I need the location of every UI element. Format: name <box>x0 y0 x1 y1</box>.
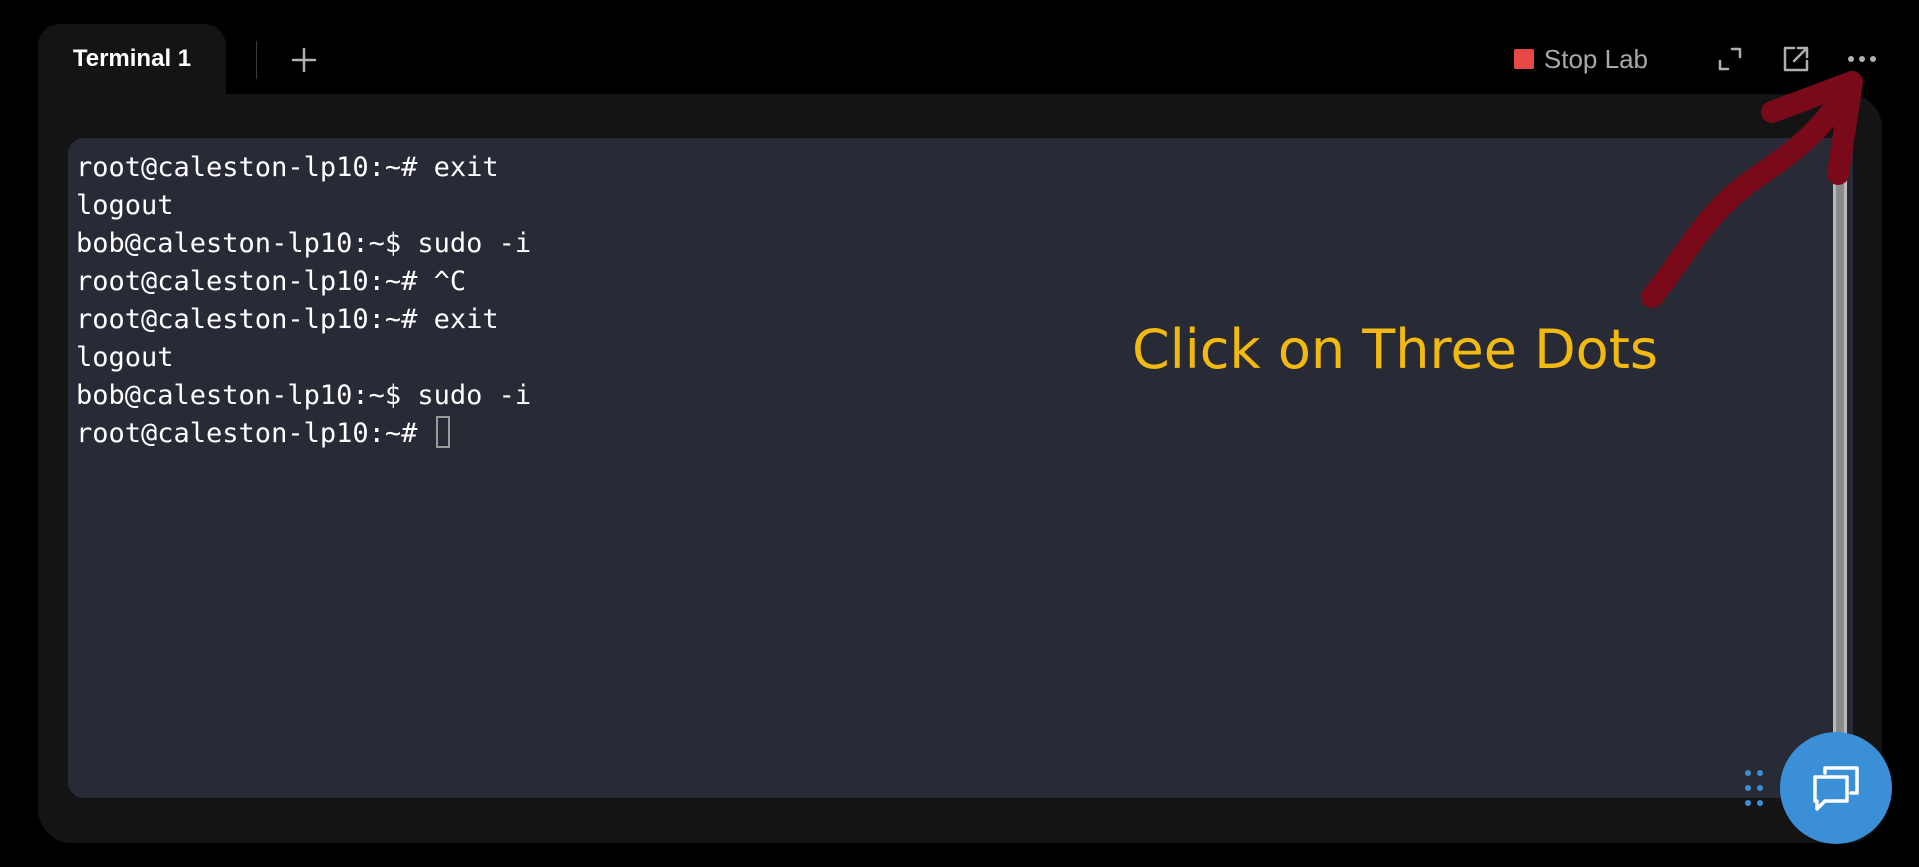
toolbar: Stop Lab <box>1513 24 1882 94</box>
scrollbar-thumb[interactable] <box>1836 162 1844 792</box>
tab-divider <box>256 41 257 79</box>
add-tab-button[interactable] <box>284 40 324 80</box>
expand-button[interactable] <box>1710 39 1750 79</box>
tab-bar: Terminal 1 Stop Lab <box>38 24 1882 94</box>
open-external-icon <box>1783 46 1809 72</box>
terminal-line: logout <box>76 342 174 373</box>
terminal-line: bob@caleston-lp10:~$ sudo -i <box>76 380 532 411</box>
terminal-scrollbar[interactable] <box>1833 146 1847 796</box>
stop-lab-label: Stop Lab <box>1543 43 1648 74</box>
tab-terminal-1[interactable]: Terminal 1 <box>38 24 226 94</box>
stop-lab-button[interactable]: Stop Lab <box>1513 43 1648 75</box>
tab-label: Terminal 1 <box>72 45 192 72</box>
terminal-screen[interactable]: root@caleston-lp10:~# exit logout bob@ca… <box>68 138 1853 798</box>
terminal-line: root@caleston-lp10:~# exit <box>76 152 499 183</box>
expand-icon <box>1718 47 1742 71</box>
annotation-text: Click on Three Dots <box>1132 318 1659 381</box>
terminal-line: bob@caleston-lp10:~$ sudo -i <box>76 228 532 259</box>
terminal-panel: root@caleston-lp10:~# exit logout bob@ca… <box>38 94 1882 843</box>
open-external-button[interactable] <box>1776 39 1816 79</box>
plus-icon <box>291 47 317 73</box>
chat-bubbles-icon <box>1813 766 1859 811</box>
more-options-button[interactable] <box>1842 39 1882 79</box>
drag-dots-icon[interactable] <box>1742 768 1766 808</box>
terminal-line: logout <box>76 190 174 221</box>
terminal-line: root@caleston-lp10:~# exit <box>76 304 499 335</box>
terminal-prompt: root@caleston-lp10:~# <box>76 418 434 449</box>
terminal-cursor <box>435 416 450 448</box>
terminal-line: root@caleston-lp10:~# ^C <box>76 266 467 297</box>
chat-button[interactable] <box>1780 732 1892 844</box>
more-dots-icon <box>1848 56 1876 62</box>
stop-icon <box>1513 49 1534 69</box>
terminal-output: root@caleston-lp10:~# exit logout bob@ca… <box>76 149 531 453</box>
terminal-prompt-line: root@caleston-lp10:~# <box>76 415 531 453</box>
